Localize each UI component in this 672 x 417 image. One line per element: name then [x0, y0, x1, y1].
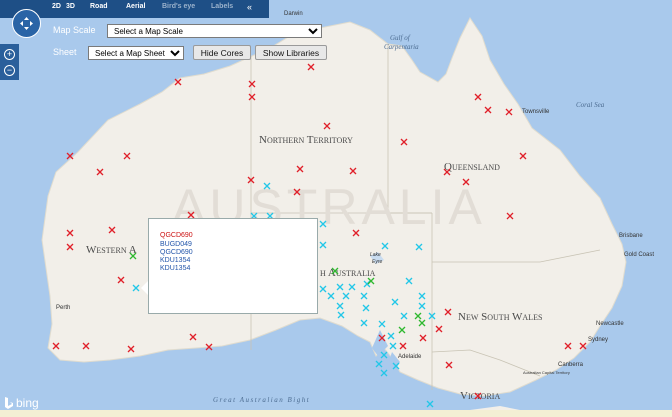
popup-item[interactable]: KDU1354	[160, 265, 190, 272]
map-canvas[interactable]: AUSTRALIA Northern Territory Queensland …	[0, 0, 672, 417]
info-popup: QGCD690 BUGD049 QGCD690 KDU1354 KDU1354	[148, 218, 318, 314]
label-darwin: Darwin	[284, 11, 303, 17]
tab-birds-eye[interactable]: Bird's eye	[162, 3, 195, 10]
label-aca: Australian Capital Territory	[523, 370, 570, 375]
label-gulf: Gulf of	[390, 34, 411, 42]
show-libraries-button[interactable]: Show Libraries	[255, 45, 327, 60]
hide-cores-button[interactable]: Hide Cores	[193, 45, 251, 60]
label-wa: Western A	[86, 244, 137, 256]
bing-wordmark: bing	[16, 396, 39, 410]
label-carpentaria: Carpentaria	[384, 43, 419, 51]
pan-arrows-icon	[20, 17, 33, 30]
status-bar	[0, 410, 672, 417]
bing-logo-icon	[5, 397, 13, 409]
label-lake2: Eyre	[372, 259, 383, 265]
popup-item[interactable]: BUGD049	[160, 241, 192, 248]
label-vic: Victoria	[460, 390, 500, 402]
zoom-out-icon[interactable]: −	[4, 65, 15, 76]
tab-road[interactable]: Road	[90, 3, 108, 10]
tab-labels[interactable]: Labels	[211, 3, 233, 10]
label-perth: Perth	[56, 305, 70, 311]
collapse-icon[interactable]: «	[247, 2, 252, 12]
label-canberra: Canberra	[558, 362, 584, 368]
compass-icon[interactable]	[12, 9, 41, 38]
label-bight: Great Australian Bight	[213, 396, 310, 404]
label-brisbane: Brisbane	[619, 233, 643, 239]
tab-3d[interactable]: 3D	[66, 3, 75, 10]
zoom-in-icon[interactable]: +	[4, 49, 15, 60]
zoom-bar: + −	[0, 44, 19, 80]
label-nsw: New South Wales	[458, 311, 542, 323]
tab-aerial[interactable]: Aerial	[126, 3, 145, 10]
label-sa: h Australia	[320, 267, 376, 279]
map-sheet-select[interactable]: Select a Map Sheet	[88, 46, 184, 60]
label-qld: Queensland	[444, 161, 500, 173]
label-goldcoast: Gold Coast	[624, 252, 654, 258]
label-coral: Coral Sea	[576, 101, 605, 109]
map-navbar: 2D 3D Road Aerial Bird's eye Labels «	[0, 0, 269, 18]
popup-item[interactable]: QGCD690	[160, 232, 193, 239]
label-townsville: Townsville	[522, 109, 550, 115]
label-newcastle: Newcastle	[596, 321, 624, 327]
map-scale-label: Map Scale	[53, 25, 96, 35]
tab-2d[interactable]: 2D	[52, 3, 61, 10]
label-nt: Northern Territory	[259, 134, 353, 146]
label-sydney: Sydney	[588, 337, 608, 343]
popup-item[interactable]: KDU1354	[160, 257, 190, 264]
map-scale-select[interactable]: Select a Map Scale	[107, 24, 322, 38]
label-adelaide: Adelaide	[398, 354, 422, 360]
label-lake1: Lake	[370, 252, 381, 258]
popup-item[interactable]: QGCD690	[160, 249, 193, 256]
sheet-label: Sheet	[53, 47, 77, 57]
